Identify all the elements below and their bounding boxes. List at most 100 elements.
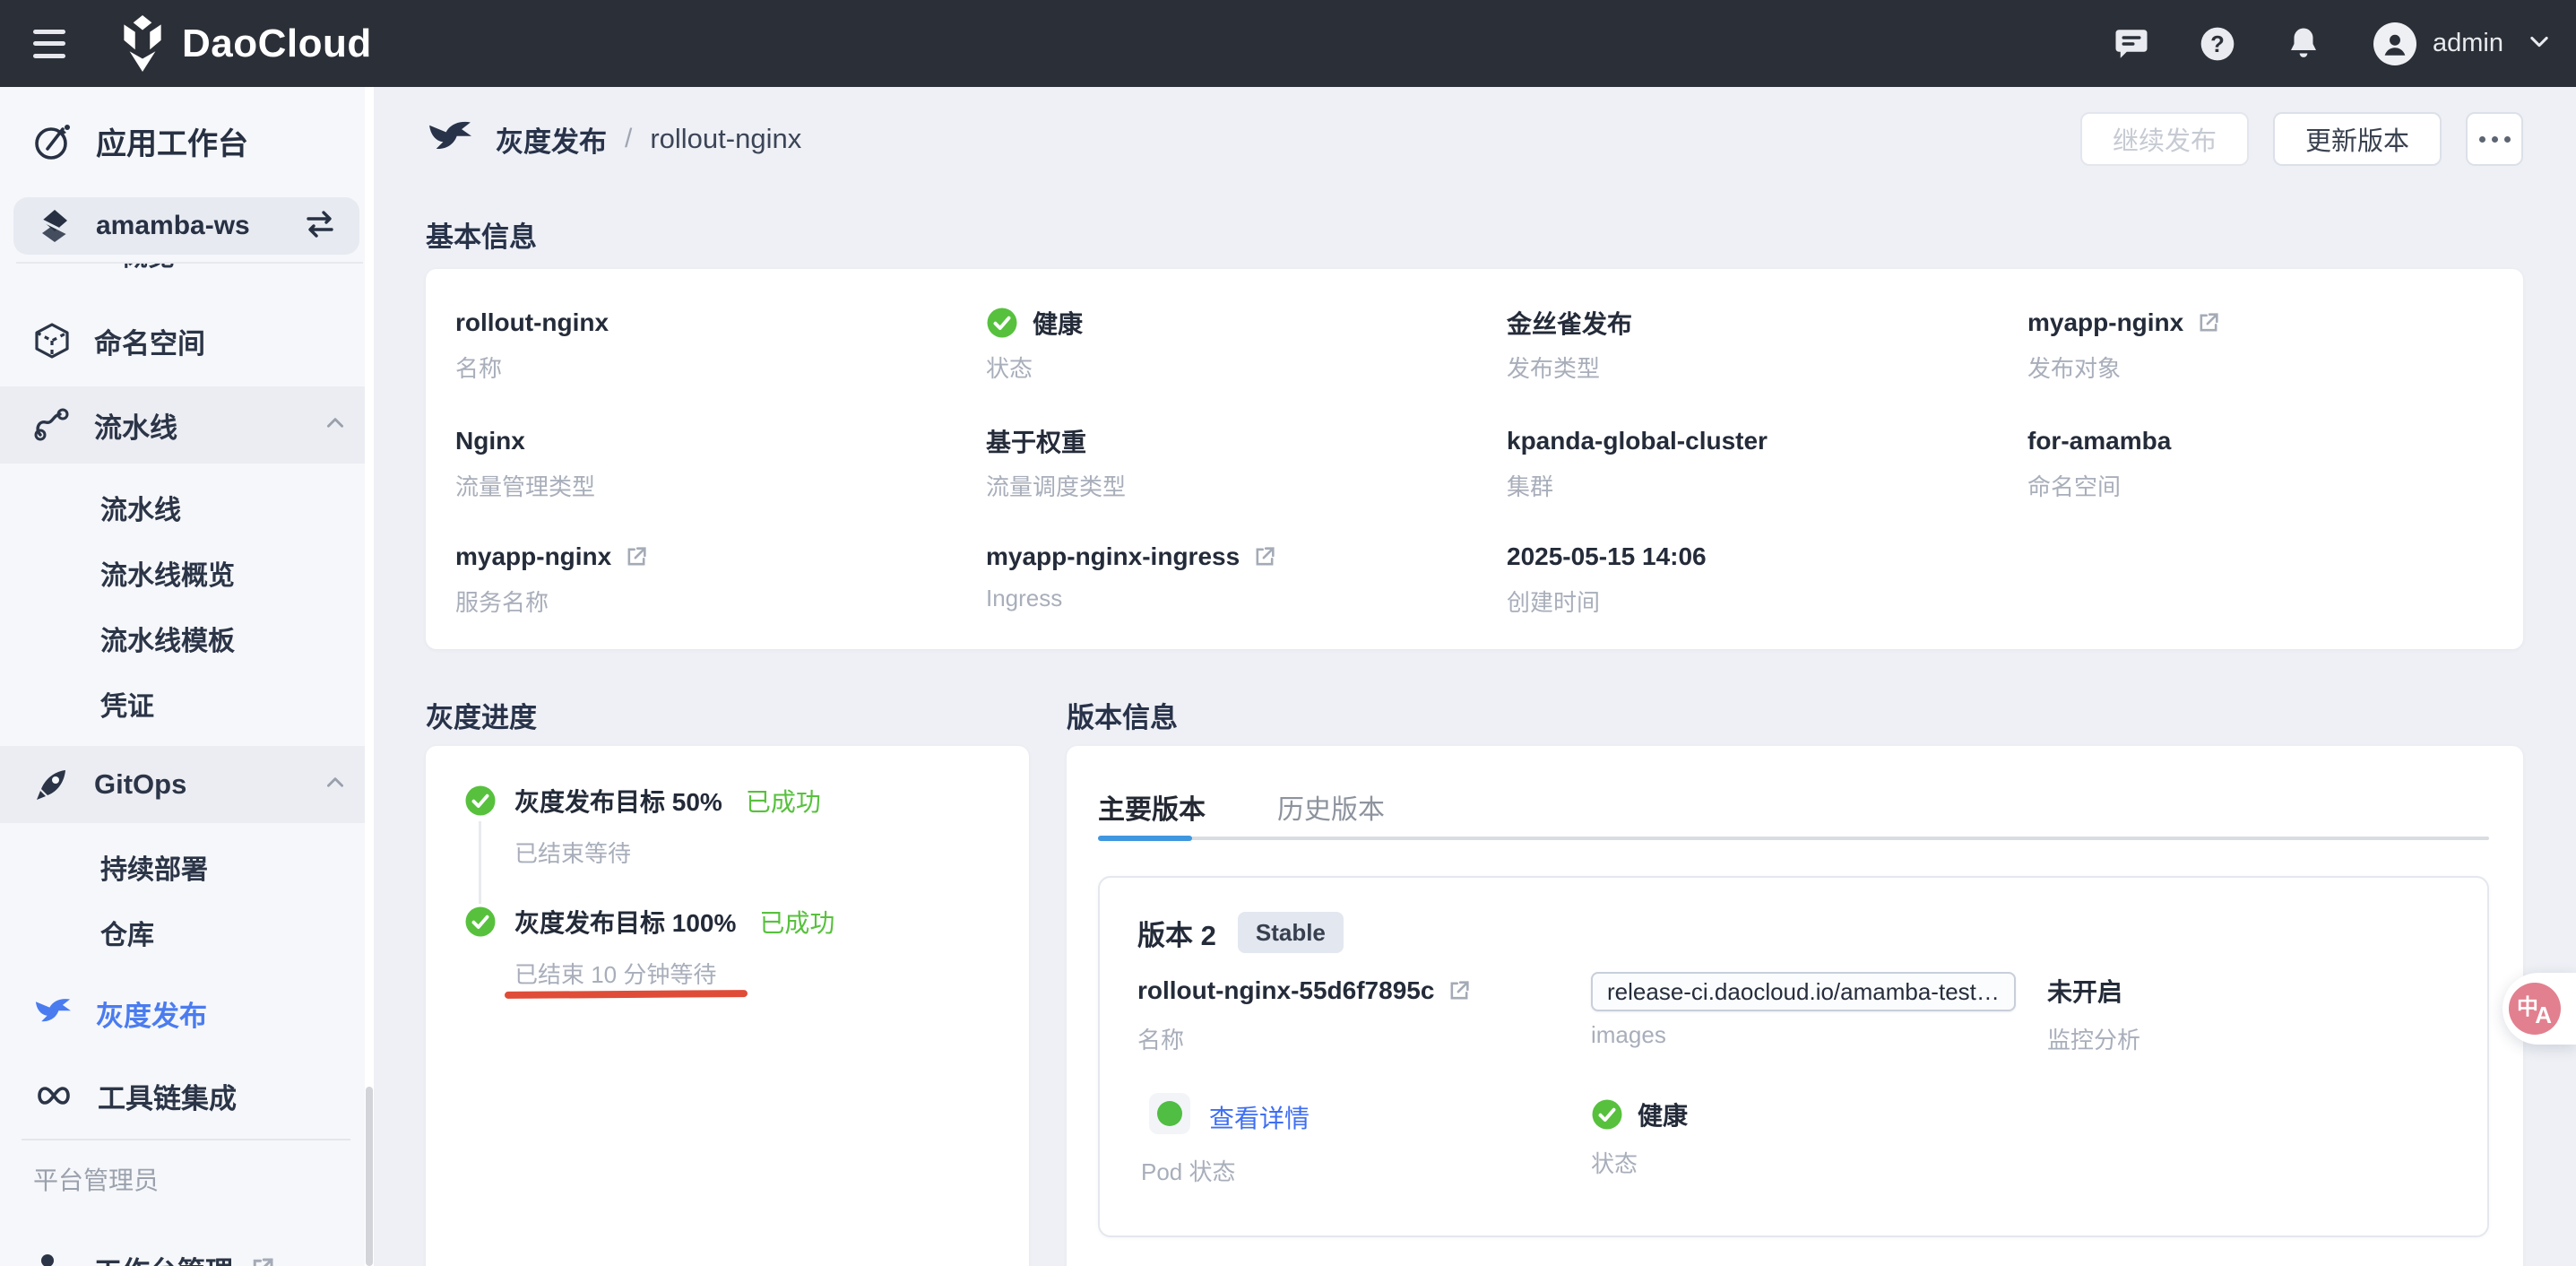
field-value: rollout-nginx-55d6f7895c: [1137, 974, 1472, 1008]
page-actions: 继续发布 更新版本: [2080, 112, 2523, 166]
sidebar-item-pipeline-template[interactable]: 流水线模板: [0, 605, 374, 671]
field-label: Pod 状态: [1141, 1154, 1236, 1187]
version-detail-card: 版本 2 Stable rollout-nginx-55d6f7895c 名称 …: [1098, 876, 2489, 1237]
sidebar-menu: 命名空间 流水线 流水线 流水线概览 流水线模板 凭证: [0, 263, 374, 1266]
version-tabs: 主要版本 历史版本: [1098, 787, 1385, 827]
stable-badge: Stable: [1238, 912, 1344, 953]
external-link-icon[interactable]: [624, 544, 649, 569]
sidebar-item-credentials[interactable]: 凭证: [0, 671, 374, 736]
step-detail: 已结束 10 分钟等待: [514, 957, 716, 990]
brand-name: DaoCloud: [182, 22, 372, 66]
update-version-button[interactable]: 更新版本: [2273, 112, 2442, 166]
sidebar-item-continuous-deploy[interactable]: 持续部署: [0, 834, 374, 899]
workspace-icon: [37, 208, 73, 244]
pipeline-icon: [33, 406, 71, 444]
sidebar-group-label: 流水线: [94, 405, 177, 446]
field-value: myapp-nginx: [2027, 306, 2221, 340]
field-value: 金丝雀发布: [1507, 306, 1632, 340]
field-value: 健康: [986, 306, 1083, 340]
external-link-icon: [249, 1255, 276, 1266]
field-label: 集群: [1507, 469, 1768, 502]
field-label: 发布类型: [1507, 351, 1632, 384]
chevron-down-icon[interactable]: [2527, 29, 2552, 58]
username-label: admin: [2433, 29, 2503, 58]
view-details-link[interactable]: 查看详情: [1209, 1099, 1310, 1135]
sidebar-group-label: GitOps: [94, 768, 186, 801]
field-label: 状态: [1591, 1146, 1688, 1179]
sidebar-scrollbar[interactable]: [365, 87, 374, 1266]
chevron-up-icon[interactable]: [324, 771, 347, 799]
sidebar-item-label: 命名空间: [94, 321, 205, 361]
field-value: myapp-nginx: [455, 540, 649, 574]
more-actions-button[interactable]: [2466, 112, 2523, 166]
field-label: Ingress: [986, 585, 1277, 612]
switch-workspace-icon[interactable]: [304, 210, 336, 243]
sidebar-item-pipeline-overview[interactable]: 流水线概览: [0, 540, 374, 605]
field-label: images: [1591, 1021, 1666, 1049]
tab-track: [1098, 837, 2489, 840]
hamburger-menu-icon[interactable]: [33, 30, 65, 58]
timeline-connector: [479, 821, 481, 904]
pod-green-dot: [1157, 1101, 1182, 1126]
translate-fab[interactable]: 中 A: [2503, 973, 2576, 1045]
infinity-icon: [33, 1077, 74, 1114]
external-link-icon[interactable]: [1252, 544, 1277, 569]
check-circle-icon: [986, 307, 1018, 339]
field-label: 流量调度类型: [986, 469, 1126, 502]
field-value: 未开启: [2047, 974, 2140, 1008]
progress-card: 灰度发布目标 50% 已成功 已结束等待 灰度发布目标 100% 已成功 已结束…: [426, 746, 1029, 1266]
field-label: 名称: [1137, 1022, 1472, 1055]
external-link-icon[interactable]: [1447, 978, 1472, 1003]
step-title: 灰度发布目标 50%: [514, 783, 722, 819]
versions-title: 版本信息: [1067, 695, 1178, 735]
continue-release-button[interactable]: 继续发布: [2080, 112, 2249, 166]
daocloud-logo-icon: [117, 14, 168, 74]
notification-bell-icon[interactable]: [2284, 24, 2323, 64]
message-icon[interactable]: [2112, 24, 2151, 64]
basic-info-card: rollout-nginx 名称 健康 状态 金丝雀发布 发布类型 myapp-…: [426, 269, 2523, 649]
workspace-selector[interactable]: amamba-ws: [13, 197, 359, 255]
field-label: 创建时间: [1507, 585, 1707, 618]
step-status: 已成功: [759, 904, 834, 940]
step-detail: 已结束等待: [514, 836, 631, 869]
progress-title: 灰度进度: [426, 695, 537, 735]
sidebar-item-toolchain[interactable]: 工具链集成: [0, 1057, 374, 1134]
cube-icon: [33, 322, 71, 360]
tab-main-version[interactable]: 主要版本: [1098, 787, 1206, 827]
translate-icon[interactable]: 中 A: [2509, 983, 2561, 1035]
sidebar-item-gray-release[interactable]: 灰度发布: [0, 975, 374, 1052]
main-content: 灰度发布 / rollout-nginx 继续发布 更新版本 基本信息 roll…: [374, 87, 2576, 1266]
sidebar-group-pipeline[interactable]: 流水线: [0, 386, 374, 464]
sidebar-item-workbench-admin[interactable]: 工作台管理: [0, 1230, 374, 1266]
sidebar-item-repository[interactable]: 仓库: [0, 899, 374, 965]
external-link-icon[interactable]: [2196, 310, 2221, 335]
sidebar-pinned-header: 应用工作台 amamba-ws: [0, 87, 374, 263]
sidebar-group-gitops[interactable]: GitOps: [0, 746, 374, 823]
product-title: 应用工作台: [33, 119, 248, 163]
chevron-up-icon[interactable]: [324, 412, 347, 439]
field-label: 命名空间: [2027, 469, 2171, 502]
user-avatar[interactable]: [2373, 22, 2416, 65]
field-value: Nginx: [455, 424, 595, 458]
step-check-circle-icon: [464, 906, 497, 938]
tab-active-indicator: [1098, 836, 1192, 841]
annotation-underline: [505, 990, 748, 999]
brand-logo[interactable]: DaoCloud: [117, 14, 372, 74]
sidebar-item-label: 工具链集成: [98, 1076, 237, 1116]
product-title-label: 应用工作台: [96, 119, 248, 163]
help-icon[interactable]: ?: [2198, 24, 2237, 64]
step-title: 灰度发布目标 100%: [514, 904, 736, 940]
breadcrumb-parent[interactable]: 灰度发布: [496, 119, 607, 160]
svg-text:?: ?: [2210, 32, 2225, 57]
field-label: 状态: [986, 351, 1083, 384]
versions-card: 主要版本 历史版本 版本 2 Stable rollout-nginx-55d6…: [1067, 746, 2523, 1266]
images-value-box[interactable]: release-ci.daocloud.io/amamba-test…: [1591, 972, 2016, 1011]
field-label: 服务名称: [455, 585, 649, 618]
workspace-name: amamba-ws: [96, 211, 250, 241]
step-1: 灰度发布目标 50% 已成功: [514, 785, 821, 817]
tab-history-version[interactable]: 历史版本: [1277, 787, 1385, 827]
sidebar-item-namespace[interactable]: 命名空间: [0, 302, 374, 379]
sidebar-item-pipeline[interactable]: 流水线: [0, 474, 374, 540]
version-title: 版本 2: [1137, 913, 1216, 953]
scrollbar-thumb[interactable]: [366, 1087, 373, 1266]
